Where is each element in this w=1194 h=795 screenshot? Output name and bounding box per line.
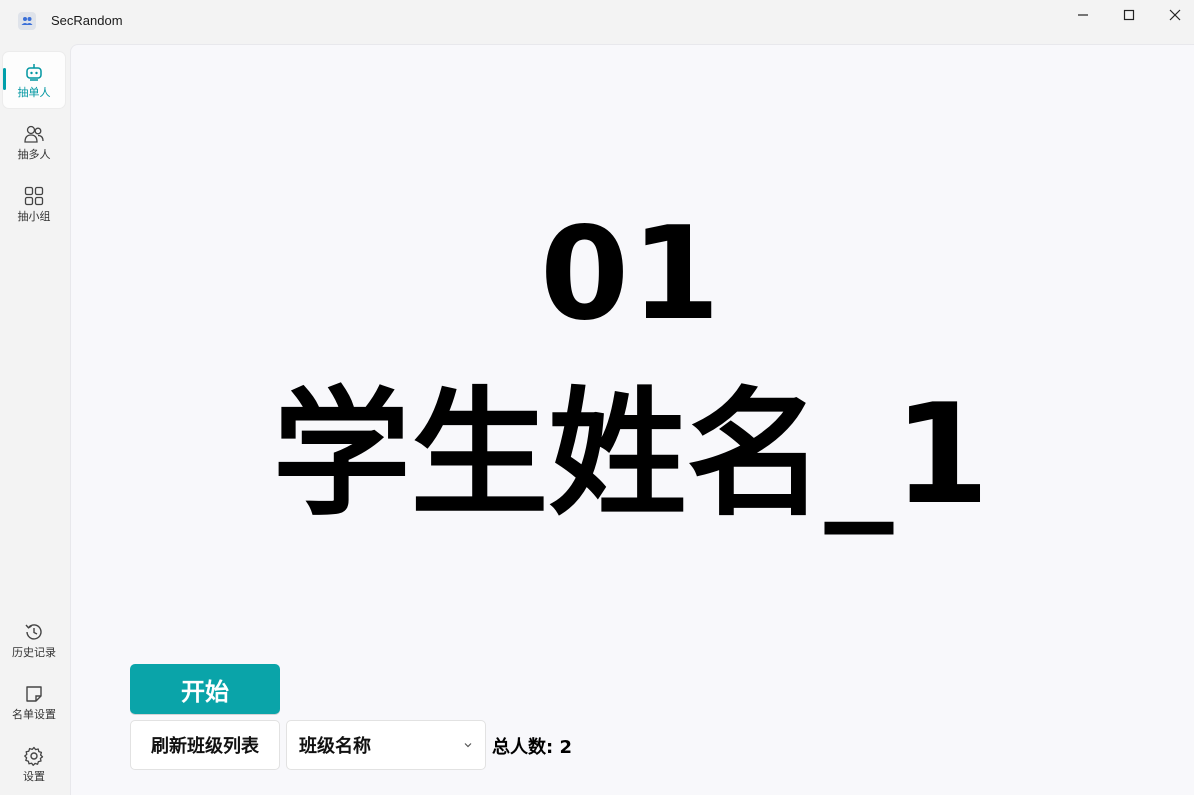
- gear-icon: [24, 746, 44, 766]
- sidebar-item-history[interactable]: 历史记录: [3, 612, 65, 668]
- maximize-icon: [1123, 9, 1135, 21]
- total-count-label: 总人数: 2: [492, 737, 572, 758]
- maximize-button[interactable]: [1106, 0, 1152, 30]
- sidebar-item-label: 设置: [23, 770, 45, 783]
- sidebar-item-label: 抽小组: [17, 210, 51, 223]
- main-panel: 01 学生姓名_1 开始 刷新班级列表 班级名称 总人数: 2: [70, 44, 1194, 795]
- minimize-icon: [1078, 14, 1088, 16]
- sidebar-item-roster-settings[interactable]: 名单设置: [3, 674, 65, 730]
- grid-icon: [24, 186, 44, 206]
- refresh-class-list-button[interactable]: 刷新班级列表: [130, 720, 280, 770]
- start-button[interactable]: 开始: [130, 664, 280, 714]
- people-icon: [24, 125, 44, 143]
- sidebar-item-label: 抽单人: [17, 86, 51, 99]
- sidebar-item-label: 历史记录: [12, 646, 56, 659]
- minimize-button[interactable]: [1060, 0, 1106, 30]
- window-title: SecRandom: [51, 13, 123, 28]
- sidebar-item-group-draw[interactable]: 抽小组: [3, 176, 65, 232]
- class-select-value: 班级名称: [299, 736, 371, 757]
- sidebar-item-label: 名单设置: [12, 708, 56, 721]
- active-indicator: [3, 68, 6, 90]
- student-name-display: 学生姓名_1: [272, 374, 990, 535]
- note-icon: [26, 686, 42, 702]
- sidebar-nav: 抽单人 抽多人 抽小组 历史记录 名单设置 设置: [0, 44, 70, 795]
- history-icon: [25, 624, 42, 640]
- close-button[interactable]: [1152, 0, 1194, 30]
- sidebar-item-settings[interactable]: 设置: [3, 736, 65, 792]
- sidebar-item-label: 抽多人: [17, 148, 51, 161]
- title-bar: SecRandom: [0, 0, 1194, 44]
- class-select-dropdown[interactable]: 班级名称: [286, 720, 486, 770]
- close-icon: [1169, 9, 1181, 21]
- chevron-down-icon: [464, 743, 472, 748]
- sidebar-item-multi-draw[interactable]: 抽多人: [3, 114, 65, 170]
- robot-icon: [26, 64, 42, 81]
- student-id-display: 01: [539, 200, 723, 349]
- app-logo-icon: [18, 12, 36, 30]
- sidebar-item-single-draw[interactable]: 抽单人: [3, 52, 65, 108]
